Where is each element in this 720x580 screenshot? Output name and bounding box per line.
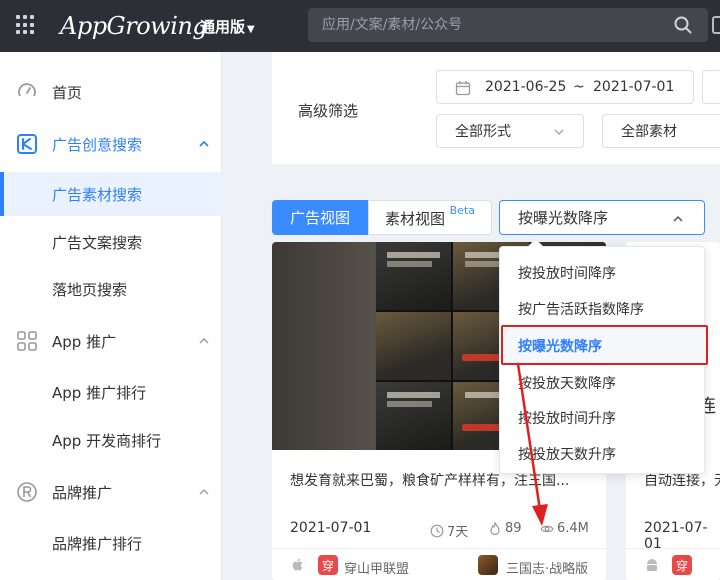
registered-icon — [17, 482, 37, 502]
sidebar-item-landing-page-search[interactable]: 落地页搜索 — [0, 267, 222, 311]
sidebar-item-label: App 开发商排行 — [52, 431, 162, 450]
arrow-annotation — [516, 362, 548, 526]
advertiser-badge: 穿 — [672, 555, 692, 575]
gauge-icon — [18, 83, 36, 97]
apps-menu-icon[interactable] — [16, 15, 36, 35]
window-icon[interactable] — [712, 16, 720, 34]
app-name[interactable]: 三国志·战略版 — [506, 558, 588, 577]
sidebar-item-brand-promotion-ranking[interactable]: 品牌推广排行 — [0, 521, 222, 565]
app-logo[interactable]: AppGrowing — [60, 8, 208, 44]
sidebar-item-label: 品牌推广排行 — [52, 534, 143, 553]
search-input[interactable] — [322, 8, 662, 42]
sidebar-item-label: 品牌推广 — [52, 483, 113, 502]
chevron-up-icon — [199, 488, 209, 495]
ad-card-footer: 穿 穿山甲联盟 三国志·战略版 — [272, 548, 606, 580]
filter-extra-box[interactable] — [702, 70, 720, 104]
date-start: 2021-06-25 — [485, 79, 567, 95]
advertiser-name[interactable]: 穿山甲联盟 — [344, 558, 409, 577]
calendar-icon — [455, 81, 471, 96]
sidebar-item-ad-material-search[interactable]: 广告素材搜索 — [0, 172, 222, 216]
sidebar: 首页 广告创意搜索 广告素材搜索 广告文案搜索 落地页搜索 App 推广 App… — [0, 52, 222, 580]
apps-grid-icon — [17, 331, 37, 351]
chevron-up-icon — [199, 140, 209, 147]
days-stat: 7天 — [430, 521, 468, 540]
chevron-down-icon — [554, 129, 564, 136]
sidebar-item-label: 广告创意搜索 — [52, 135, 143, 154]
logo-text: AppGrowing — [60, 12, 208, 40]
sidebar-item-home[interactable]: 首页 — [0, 70, 222, 114]
highlight-annotation — [501, 325, 708, 365]
search-box — [308, 8, 708, 42]
sidebar-item-label: 落地页搜索 — [52, 280, 128, 299]
advertiser-badge: 穿 — [318, 555, 338, 575]
sidebar-item-app-promotion[interactable]: App 推广 — [0, 319, 222, 363]
date-separator: ~ — [573, 79, 585, 95]
sidebar-item-label: 首页 — [52, 83, 83, 102]
sort-option[interactable]: 按广告活跃指数降序 — [500, 291, 706, 327]
edition-label: 通用版 — [200, 18, 246, 36]
tab-material-view-label: 素材视图 — [385, 210, 446, 228]
material-type-value: 全部素材 — [621, 124, 677, 140]
material-type-select[interactable]: 全部素材 — [602, 114, 720, 148]
clock-icon — [430, 524, 444, 537]
tab-material-view[interactable]: 素材视图 Beta — [368, 200, 492, 235]
views-value: 6.4M — [557, 521, 589, 536]
tab-ad-view-label: 广告视图 — [289, 209, 350, 227]
sidebar-item-label: 广告素材搜索 — [52, 185, 143, 204]
sort-current-value: 按曝光数降序 — [518, 209, 609, 227]
app-icon — [478, 555, 498, 575]
edition-selector[interactable]: 通用版 ▼ — [200, 16, 255, 37]
ad-card-date: 2021-07-01 — [290, 520, 372, 536]
sidebar-item-app-promotion-ranking[interactable]: App 推广排行 — [0, 370, 222, 414]
sort-option[interactable]: 按投放时间降序 — [500, 255, 706, 291]
caret-down-icon: ▼ — [247, 24, 255, 35]
date-range-picker[interactable]: 2021-06-25 ~ 2021-07-01 — [436, 70, 694, 104]
sidebar-item-app-developer-ranking[interactable]: App 开发商排行 — [0, 418, 222, 462]
advanced-filter-label: 高级筛选 — [298, 102, 359, 120]
sidebar-item-ad-copy-search[interactable]: 广告文案搜索 — [0, 220, 222, 264]
sidebar-item-ad-creative-search[interactable]: 广告创意搜索 — [0, 122, 222, 166]
sidebar-item-label: App 推广排行 — [52, 383, 147, 402]
date-end: 2021-07-01 — [593, 79, 675, 95]
form-type-select[interactable]: 全部形式 — [436, 114, 584, 148]
chevron-up-icon — [673, 215, 683, 222]
android-icon — [647, 559, 657, 571]
days-value: 7天 — [447, 525, 469, 540]
search-icon[interactable] — [674, 16, 692, 34]
advanced-filter-panel: 高级筛选 2021-06-25 ~ 2021-07-01 全部形式 全部素材 — [272, 52, 720, 164]
tab-ad-view[interactable]: 广告视图 — [272, 200, 368, 235]
form-type-value: 全部形式 — [455, 124, 511, 140]
sidebar-item-label: 广告文案搜索 — [52, 233, 143, 252]
creative-icon — [17, 134, 37, 154]
ad-card-footer: 穿 — [626, 548, 720, 580]
top-bar: AppGrowing 通用版 ▼ — [0, 0, 720, 52]
sidebar-item-label: App 推广 — [52, 332, 117, 351]
apple-icon — [292, 558, 303, 571]
sidebar-item-brand-promotion[interactable]: 品牌推广 — [0, 470, 222, 514]
chevron-up-icon — [199, 337, 209, 344]
sort-select[interactable]: 按曝光数降序 — [499, 200, 705, 235]
beta-badge: Beta — [449, 204, 475, 217]
